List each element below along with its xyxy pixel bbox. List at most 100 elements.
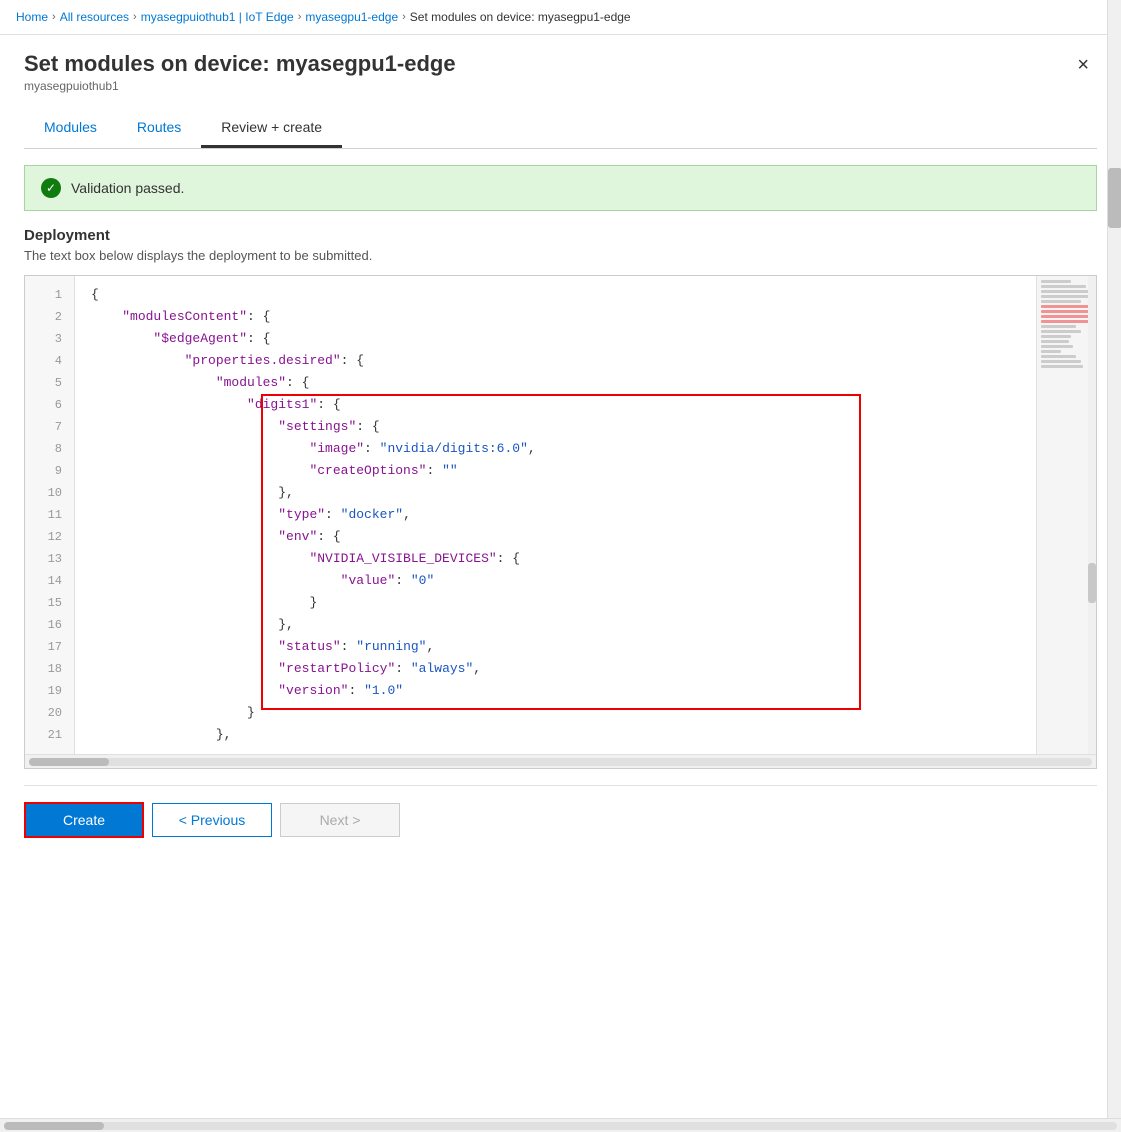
line-num-17: 17 [25,636,74,658]
minimap-line [1041,335,1071,338]
line-num-21: 21 [25,724,74,746]
code-line-7: "settings": { [91,416,1028,438]
main-content: Set modules on device: myasegpu1-edge my… [0,35,1121,870]
line-num-13: 13 [25,548,74,570]
minimap-line [1041,285,1086,288]
page-bottom-thumb[interactable] [4,1122,104,1130]
minimap-line [1041,365,1083,368]
code-editor-container[interactable]: 1 2 3 4 5 6 7 8 9 10 11 12 13 14 15 16 1… [24,275,1097,769]
minimap-line [1041,360,1081,363]
line-num-6: 6 [25,394,74,416]
code-line-12: "env": { [91,526,1028,548]
code-line-4: "properties.desired": { [91,350,1028,372]
line-num-1: 1 [25,284,74,306]
line-num-9: 9 [25,460,74,482]
line-num-18: 18 [25,658,74,680]
page-bottom-track [4,1122,1117,1130]
editor-scrollbar-thumb[interactable] [1088,563,1096,603]
code-editor[interactable]: 1 2 3 4 5 6 7 8 9 10 11 12 13 14 15 16 1… [25,276,1096,754]
breadcrumb-all-resources[interactable]: All resources [60,10,129,24]
minimap-line [1041,345,1073,348]
line-num-14: 14 [25,570,74,592]
deployment-title: Deployment [24,227,1097,244]
code-line-15: } [91,592,1028,614]
code-line-11: "type": "docker", [91,504,1028,526]
code-content[interactable]: { "modulesContent": { "$edgeAgent": { "p… [75,276,1036,754]
line-num-10: 10 [25,482,74,504]
validation-text: Validation passed. [71,180,184,196]
minimap-line-highlight [1041,305,1089,308]
code-line-2: "modulesContent": { [91,306,1028,328]
code-line-6: "digits1": { [91,394,1028,416]
deployment-section: Deployment The text box below displays t… [24,227,1097,263]
page-scrollbar-thumb[interactable] [1108,168,1121,228]
code-line-21: }, [91,724,1028,746]
tab-review-create[interactable]: Review + create [201,109,342,148]
minimap-line [1041,280,1071,283]
deployment-description: The text box below displays the deployme… [24,248,1097,263]
line-num-3: 3 [25,328,74,350]
code-line-16: }, [91,614,1028,636]
tabs-container: Modules Routes Review + create [24,109,1097,149]
line-num-16: 16 [25,614,74,636]
line-num-12: 12 [25,526,74,548]
editor-bottom-track [29,758,1092,766]
line-num-7: 7 [25,416,74,438]
tab-routes[interactable]: Routes [117,109,201,148]
page-right-scrollbar[interactable] [1107,0,1121,1118]
validation-banner: ✓ Validation passed. [24,165,1097,211]
breadcrumb-current: Set modules on device: myasegpu1-edge [410,10,631,24]
code-line-10: }, [91,482,1028,504]
line-num-11: 11 [25,504,74,526]
code-line-13: "NVIDIA_VISIBLE_DEVICES": { [91,548,1028,570]
line-num-4: 4 [25,350,74,372]
breadcrumb: Home › All resources › myasegpuiothub1 |… [0,0,1121,35]
code-line-20: } [91,702,1028,724]
minimap-line [1041,325,1076,328]
code-line-9: "createOptions": "" [91,460,1028,482]
page-header: Set modules on device: myasegpu1-edge my… [24,51,1097,93]
breadcrumb-device[interactable]: myasegpu1-edge [305,10,398,24]
editor-scrollbar-track [1088,276,1096,754]
page-bottom-scrollbar[interactable] [0,1118,1121,1132]
line-num-20: 20 [25,702,74,724]
code-line-17: "status": "running", [91,636,1028,658]
line-numbers: 1 2 3 4 5 6 7 8 9 10 11 12 13 14 15 16 1… [25,276,75,754]
minimap-line [1041,290,1091,293]
minimap [1036,276,1096,754]
breadcrumb-iothub[interactable]: myasegpuiothub1 | IoT Edge [141,10,294,24]
breadcrumb-sep-1: › [52,11,56,23]
previous-button[interactable]: < Previous [152,803,272,837]
line-num-5: 5 [25,372,74,394]
minimap-line-highlight [1041,320,1091,323]
code-line-3: "$edgeAgent": { [91,328,1028,350]
code-line-14: "value": "0" [91,570,1028,592]
breadcrumb-sep-3: › [298,11,302,23]
page-subtitle: myasegpuiothub1 [24,79,456,93]
minimap-line [1041,330,1081,333]
action-bar: Create < Previous Next > [24,785,1097,854]
minimap-line-highlight [1041,310,1093,313]
editor-bottom-scrollbar[interactable] [25,754,1096,768]
minimap-line [1041,340,1069,343]
line-num-15: 15 [25,592,74,614]
tab-modules[interactable]: Modules [24,109,117,148]
breadcrumb-sep-4: › [402,11,406,23]
minimap-line [1041,350,1061,353]
breadcrumb-sep-2: › [133,11,137,23]
minimap-line [1041,300,1081,303]
minimap-line [1041,355,1076,358]
breadcrumb-home[interactable]: Home [16,10,48,24]
close-button[interactable]: × [1069,51,1097,79]
line-num-2: 2 [25,306,74,328]
code-line-8: "image": "nvidia/digits:6.0", [91,438,1028,460]
code-line-19: "version": "1.0" [91,680,1028,702]
page-title: Set modules on device: myasegpu1-edge [24,51,456,77]
code-line-1: { [91,284,1028,306]
create-button[interactable]: Create [24,802,144,838]
validation-icon: ✓ [41,178,61,198]
line-num-8: 8 [25,438,74,460]
page-title-section: Set modules on device: myasegpu1-edge my… [24,51,456,93]
code-line-5: "modules": { [91,372,1028,394]
editor-bottom-thumb[interactable] [29,758,109,766]
